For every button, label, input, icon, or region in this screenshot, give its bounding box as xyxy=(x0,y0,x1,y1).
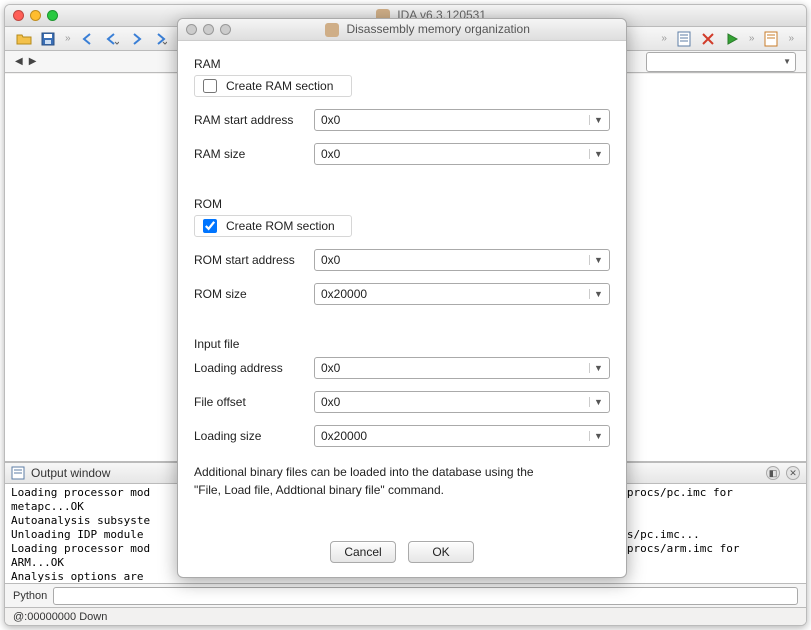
chevron-down-icon[interactable]: ▼ xyxy=(589,255,603,265)
ram-size-label: RAM size xyxy=(194,147,314,161)
command-label: Python xyxy=(13,590,47,602)
chevron-down-icon[interactable]: ▼ xyxy=(589,289,603,299)
dialog-minimize-icon[interactable] xyxy=(203,24,214,35)
command-input[interactable] xyxy=(53,587,798,605)
loading-size-label: Loading size xyxy=(194,429,314,443)
run-icon[interactable] xyxy=(723,30,741,48)
rom-size-label: ROM size xyxy=(194,287,314,301)
dialog-title-text: Disassembly memory organization xyxy=(346,22,529,36)
dialog-zoom-icon[interactable] xyxy=(220,24,231,35)
ram-start-field[interactable]: 0x0 ▼ xyxy=(314,109,610,131)
dialog-body: RAM Create RAM section RAM start address… xyxy=(178,41,626,529)
loading-address-label: Loading address xyxy=(194,361,314,375)
nav-fwd-icon[interactable] xyxy=(127,30,145,48)
nav-left-icon[interactable]: ◀ xyxy=(15,56,23,67)
rom-size-field[interactable]: 0x20000 ▼ xyxy=(314,283,610,305)
address-combo[interactable]: ▼ xyxy=(646,52,796,72)
status-text: @:00000000 Down xyxy=(13,611,107,623)
loading-address-field[interactable]: 0x0 ▼ xyxy=(314,357,610,379)
toolbar-separator-icon: » xyxy=(661,33,667,44)
dialog-title: Disassembly memory organization xyxy=(237,22,618,37)
cancel-button[interactable]: Cancel xyxy=(330,541,396,563)
ram-section-title: RAM xyxy=(194,57,610,71)
loading-size-value: 0x20000 xyxy=(321,429,589,443)
ram-start-label: RAM start address xyxy=(194,113,314,127)
close-panel-icon[interactable]: ✕ xyxy=(786,466,800,480)
create-rom-checkbox-input[interactable] xyxy=(203,219,217,233)
delete-icon[interactable] xyxy=(699,30,717,48)
rom-start-value: 0x0 xyxy=(321,253,589,267)
dialog-buttons: Cancel OK xyxy=(178,529,626,577)
zoom-window-icon[interactable] xyxy=(47,10,58,21)
dialog-titlebar: Disassembly memory organization xyxy=(178,19,626,41)
toolbar-separator-icon: » xyxy=(65,33,71,44)
nav-right-icon[interactable]: ▶ xyxy=(29,56,37,67)
create-rom-checkbox[interactable]: Create ROM section xyxy=(194,215,352,237)
create-ram-checkbox[interactable]: Create RAM section xyxy=(194,75,352,97)
rom-start-label: ROM start address xyxy=(194,253,314,267)
input-file-section-title: Input file xyxy=(194,337,610,351)
save-file-icon[interactable] xyxy=(39,30,57,48)
chevron-down-icon[interactable]: ▼ xyxy=(589,363,603,373)
stack-trace-icon[interactable] xyxy=(762,30,780,48)
rom-size-value: 0x20000 xyxy=(321,287,589,301)
loading-size-field[interactable]: 0x20000 ▼ xyxy=(314,425,610,447)
rom-start-field[interactable]: 0x0 ▼ xyxy=(314,249,610,271)
chevron-down-icon[interactable]: ▼ xyxy=(589,431,603,441)
hint-text: Additional binary files can be loaded in… xyxy=(194,463,610,499)
nav-back-icon[interactable] xyxy=(79,30,97,48)
minimize-window-icon[interactable] xyxy=(30,10,41,21)
rom-section-title: ROM xyxy=(194,197,610,211)
nav-fwd-dropdown-icon[interactable] xyxy=(151,30,169,48)
chevron-down-icon[interactable]: ▼ xyxy=(589,397,603,407)
hint-line2: "File, Load file, Addtional binary file"… xyxy=(194,481,610,499)
chevron-down-icon[interactable]: ▼ xyxy=(589,115,603,125)
file-offset-label: File offset xyxy=(194,395,314,409)
command-line: Python xyxy=(5,583,806,607)
close-window-icon[interactable] xyxy=(13,10,24,21)
file-offset-value: 0x0 xyxy=(321,395,589,409)
dialog-close-icon[interactable] xyxy=(186,24,197,35)
ram-size-value: 0x0 xyxy=(321,147,589,161)
nav-back-dropdown-icon[interactable] xyxy=(103,30,121,48)
ok-button[interactable]: OK xyxy=(408,541,474,563)
output-icon xyxy=(11,466,25,480)
loading-address-value: 0x0 xyxy=(321,361,589,375)
text-file-icon[interactable] xyxy=(675,30,693,48)
ram-start-value: 0x0 xyxy=(321,113,589,127)
traffic-lights xyxy=(13,10,58,21)
create-ram-label: Create RAM section xyxy=(226,79,333,93)
detach-panel-icon[interactable]: ◧ xyxy=(766,466,780,480)
create-ram-checkbox-input[interactable] xyxy=(203,79,217,93)
ram-size-field[interactable]: 0x0 ▼ xyxy=(314,143,610,165)
toolbar-separator-icon: » xyxy=(749,33,755,44)
dialog-traffic-lights xyxy=(186,24,231,35)
file-offset-field[interactable]: 0x0 ▼ xyxy=(314,391,610,413)
create-rom-label: Create ROM section xyxy=(226,219,335,233)
chevron-down-icon: ▼ xyxy=(783,57,791,66)
hint-line1: Additional binary files can be loaded in… xyxy=(194,463,610,481)
chevron-down-icon[interactable]: ▼ xyxy=(589,149,603,159)
output-title: Output window xyxy=(31,466,110,480)
memory-org-dialog: Disassembly memory organization RAM Crea… xyxy=(177,18,627,578)
status-bar: @:00000000 Down xyxy=(5,607,806,625)
app-icon xyxy=(325,23,339,37)
toolbar-separator-icon: » xyxy=(788,33,794,44)
open-file-icon[interactable] xyxy=(15,30,33,48)
